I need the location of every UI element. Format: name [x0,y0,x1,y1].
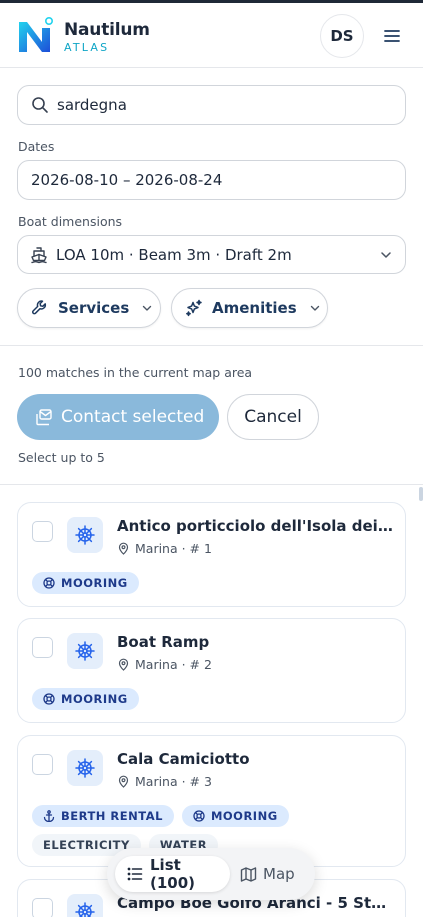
marina-card[interactable]: Boat Ramp Marina · # 2 MOORING [17,618,406,723]
dates-value: 2026-08-10 – 2026-08-24 [31,171,223,189]
cancel-button[interactable]: Cancel [227,394,319,440]
tag-label: MOORING [61,576,128,590]
nautilum-logo[interactable] [16,16,54,54]
brand-name: Nautilum [64,20,150,40]
map-view-button[interactable]: Map [240,856,295,892]
scrollbar[interactable] [419,487,423,501]
user-avatar[interactable]: DS [320,14,364,58]
ship-wheel-icon [67,750,103,786]
ship-wheel-icon [67,894,103,917]
marina-meta-text: Marina · # 2 [135,657,212,672]
marina-meta: Marina · # 1 [117,541,212,556]
tag-label: MOORING [210,809,278,823]
wrench-icon [31,299,49,317]
divider [0,484,423,485]
lifebuoy-icon [43,577,55,589]
amenities-filter-button[interactable]: Amenities [171,288,328,328]
brand-subtitle: ATLAS [64,41,110,54]
tag-mooring: MOORING [32,572,139,594]
marina-card[interactable]: Antico porticciolo dell'Isola dei Granch… [17,502,406,607]
marina-meta: Marina · # 2 [117,657,212,672]
anchor-icon [43,810,55,822]
list-view-button[interactable]: List (100) [115,856,230,892]
ship-wheel-icon [67,633,103,669]
map-icon [240,866,257,883]
chevron-down-icon [141,302,153,314]
tag-mooring: MOORING [181,805,289,827]
marina-meta-text: Marina · # 3 [135,774,212,789]
select-checkbox[interactable] [32,754,53,775]
matches-count: 100 matches in the current map area [18,365,253,380]
amenities-label: Amenities [212,299,297,317]
marina-title[interactable]: Cala Camiciotto [117,750,395,768]
boat-dimensions-label: Boat dimensions [18,214,123,229]
location-pin-icon [117,542,130,555]
services-label: Services [58,299,130,317]
tag-list: MOORING [32,572,392,594]
dates-field[interactable]: 2026-08-10 – 2026-08-24 [17,160,406,200]
select-checkbox[interactable] [32,521,53,542]
search-value: sardegna [57,96,127,114]
boat-dimensions-select[interactable]: LOA 10m · Beam 3m · Draft 2m [17,235,406,274]
search-input[interactable]: sardegna [17,85,406,125]
tag-label: BERTH RENTAL [61,809,163,823]
map-view-label: Map [263,865,295,883]
lifebuoy-icon [43,693,55,705]
boat-dimensions-value: LOA 10m · Beam 3m · Draft 2m [56,245,292,264]
ship-icon [30,246,48,264]
lifebuoy-icon [193,810,205,822]
marina-meta: Marina · # 3 [117,774,212,789]
location-pin-icon [117,775,130,788]
contact-selected-label: Contact selected [61,407,205,427]
services-filter-button[interactable]: Services [17,288,161,328]
tag-label: MOORING [61,692,128,706]
app-header: Nautilum ATLAS DS [0,3,423,68]
contact-selected-button[interactable]: Contact selected [17,394,219,440]
tag-berth-rental: BERTH RENTAL [32,805,174,827]
chevron-down-icon [379,248,393,262]
ship-wheel-icon [67,517,103,553]
marina-title[interactable]: Boat Ramp [117,633,395,651]
view-toggle: List (100) Map [107,848,315,900]
divider [0,345,423,346]
location-pin-icon [117,658,130,671]
chevron-down-icon [309,302,321,314]
select-checkbox[interactable] [32,637,53,658]
list-view-label: List (100) [150,856,196,892]
selection-hint: Select up to 5 [18,450,105,465]
search-icon [31,96,49,114]
marina-title[interactable]: Antico porticciolo dell'Isola dei Granch… [117,517,395,535]
tag-mooring: MOORING [32,688,139,710]
list-icon [127,866,143,882]
select-checkbox[interactable] [32,898,53,917]
hamburger-menu-icon[interactable] [381,25,403,47]
dates-label: Dates [18,139,55,154]
mail-stack-icon [35,408,53,426]
sparkles-icon [185,299,203,317]
marina-meta-text: Marina · # 1 [135,541,212,556]
tag-list: MOORING [32,688,392,710]
